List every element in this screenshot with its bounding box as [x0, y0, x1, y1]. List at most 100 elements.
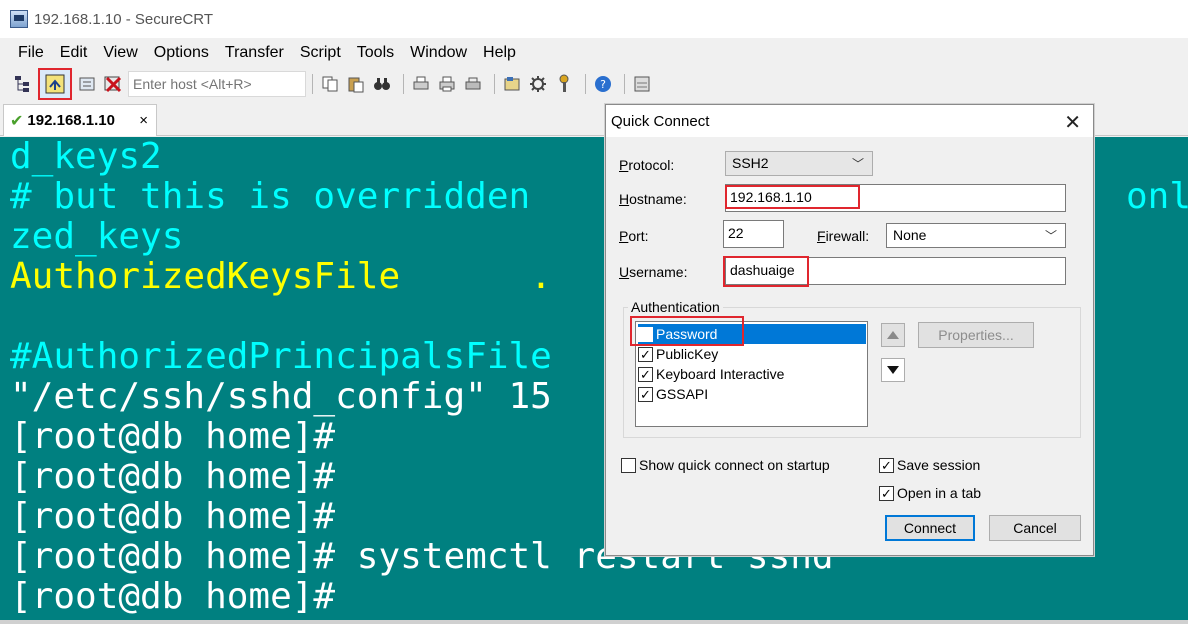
print-setup-icon[interactable] — [410, 73, 432, 95]
save-session-label: Save session — [897, 457, 981, 473]
toolbar-separator — [585, 74, 586, 94]
session-tab[interactable]: ✔ 192.168.1.10 × — [3, 104, 157, 136]
window-title: 192.168.1.10 - SecureCRT — [34, 10, 213, 28]
port-label: Port: — [619, 228, 649, 244]
firewall-select[interactable]: None ﹀ — [886, 223, 1066, 248]
terminal-line: [root@db home]# — [10, 416, 336, 457]
save-session-checkbox[interactable]: ✓ — [879, 457, 894, 473]
properties-button[interactable]: Properties... — [918, 322, 1034, 348]
menu-tools[interactable]: Tools — [349, 44, 402, 62]
disconnect-icon[interactable] — [102, 73, 124, 95]
triangle-down-icon — [887, 366, 899, 374]
svg-text:?: ? — [600, 78, 606, 91]
auth-method-label: GSSAPI — [656, 386, 709, 402]
title-bar: 192.168.1.10 - SecureCRT — [0, 0, 1188, 38]
session-options-icon[interactable] — [501, 73, 523, 95]
auth-method-label: PublicKey — [656, 346, 719, 362]
show-on-startup-label: Show quick connect on startup — [639, 457, 830, 473]
keymap-icon[interactable] — [553, 73, 575, 95]
global-options-icon[interactable] — [527, 73, 549, 95]
publickey-checkbox[interactable]: ✓ — [638, 346, 653, 362]
menu-file[interactable]: File — [10, 44, 52, 62]
terminal-line: zed_keys — [10, 216, 184, 257]
connected-check-icon: ✔ — [10, 112, 24, 130]
menu-options[interactable]: Options — [146, 44, 217, 62]
copy-icon[interactable] — [319, 73, 341, 95]
terminal-line: d_keys2 — [10, 137, 162, 177]
hostname-input[interactable]: 192.168.1.10 — [725, 184, 1066, 212]
find-icon[interactable] — [371, 73, 393, 95]
terminal-line: [root@db home]# — [10, 576, 336, 617]
port-input[interactable]: 22 — [723, 220, 784, 248]
menu-transfer[interactable]: Transfer — [217, 44, 292, 62]
auth-method-gssapi[interactable]: ✓ GSSAPI — [638, 384, 866, 404]
hostname-value: 192.168.1.10 — [730, 189, 812, 205]
menu-edit[interactable]: Edit — [52, 44, 96, 62]
firewall-value: None — [893, 227, 927, 243]
toolbar-separator — [624, 74, 625, 94]
port-value: 22 — [728, 225, 744, 241]
help-icon[interactable]: ? — [592, 73, 614, 95]
username-input[interactable]: dashuaige — [725, 257, 1066, 285]
auth-method-keyboard-interactive[interactable]: ✓ Keyboard Interactive — [638, 364, 866, 384]
move-up-button[interactable] — [881, 323, 905, 347]
menu-script[interactable]: Script — [292, 44, 349, 62]
menu-bar: File Edit View Options Transfer Script T… — [0, 38, 1188, 68]
open-in-tab-checkbox[interactable]: ✓ — [879, 485, 894, 501]
quick-connect-icon[interactable] — [38, 68, 72, 100]
firewall-label: Firewall: — [817, 228, 870, 244]
terminal-line: [root@db home]# — [10, 456, 336, 497]
show-on-startup-option[interactable]: Show quick connect on startup — [621, 457, 830, 473]
menu-help[interactable]: Help — [475, 44, 524, 62]
authentication-list[interactable]: Password ✓ PublicKey ✓ Keyboard Interact… — [635, 321, 868, 427]
print-selection-icon[interactable] — [436, 73, 458, 95]
connect-tree-icon[interactable] — [12, 73, 34, 95]
move-down-button[interactable] — [881, 358, 905, 382]
toolbar-separator — [403, 74, 404, 94]
username-label: Username: — [619, 264, 688, 280]
authentication-group-label: Authentication — [628, 299, 723, 315]
terminal-line: [root@db home]# — [10, 496, 336, 537]
hostname-label: Hostname: — [619, 191, 687, 207]
connect-in-tab-icon[interactable] — [76, 73, 98, 95]
open-in-tab-option[interactable]: ✓ Open in a tab — [879, 485, 981, 501]
protocol-value: SSH2 — [732, 155, 769, 171]
toolbar: ? — [0, 68, 1188, 100]
securecrt-app-icon — [10, 10, 28, 28]
show-on-startup-checkbox[interactable] — [621, 457, 636, 473]
terminal-line-fragment: onl — [1126, 176, 1188, 217]
toolbar-separator — [494, 74, 495, 94]
cancel-button[interactable]: Cancel — [989, 515, 1081, 541]
chevron-down-icon: ﹀ — [851, 157, 864, 171]
terminal-line: # but this is overridden — [10, 176, 531, 217]
tab-close-icon[interactable]: × — [139, 112, 148, 129]
protocol-label: Protocol: — [619, 157, 675, 173]
connect-button[interactable]: Connect — [885, 515, 975, 541]
chevron-down-icon: ﹀ — [1044, 229, 1057, 243]
triangle-up-icon — [887, 331, 899, 339]
menu-window[interactable]: Window — [402, 44, 475, 62]
password-checkbox[interactable] — [638, 326, 653, 342]
enter-host-input[interactable] — [128, 71, 306, 97]
terminal-line: AuthorizedKeysFile . — [10, 256, 552, 297]
username-value: dashuaige — [730, 262, 795, 278]
print-icon[interactable] — [462, 73, 484, 95]
paste-icon[interactable] — [345, 73, 367, 95]
toolbar-separator — [312, 74, 313, 94]
auth-method-label: Password — [656, 326, 722, 342]
dialog-close-icon[interactable]: ✕ — [1064, 110, 1081, 135]
dialog-title: Quick Connect — [611, 112, 710, 130]
protocol-select[interactable]: SSH2 ﹀ — [725, 151, 873, 176]
sftp-icon[interactable] — [631, 73, 653, 95]
auth-method-label: Keyboard Interactive — [656, 366, 785, 382]
keyboard-interactive-checkbox[interactable]: ✓ — [638, 366, 653, 382]
open-in-tab-label: Open in a tab — [897, 485, 982, 501]
menu-view[interactable]: View — [95, 44, 145, 62]
save-session-option[interactable]: ✓ Save session — [879, 457, 980, 473]
protocol-label-text: rotocol: — [628, 157, 675, 173]
terminal-line: "/etc/ssh/sshd_config" 15 — [10, 376, 552, 417]
auth-method-password[interactable]: Password — [638, 324, 866, 344]
auth-method-publickey[interactable]: ✓ PublicKey — [638, 344, 866, 364]
terminal-line: #AuthorizedPrincipalsFile — [10, 336, 552, 377]
gssapi-checkbox[interactable]: ✓ — [638, 386, 653, 402]
